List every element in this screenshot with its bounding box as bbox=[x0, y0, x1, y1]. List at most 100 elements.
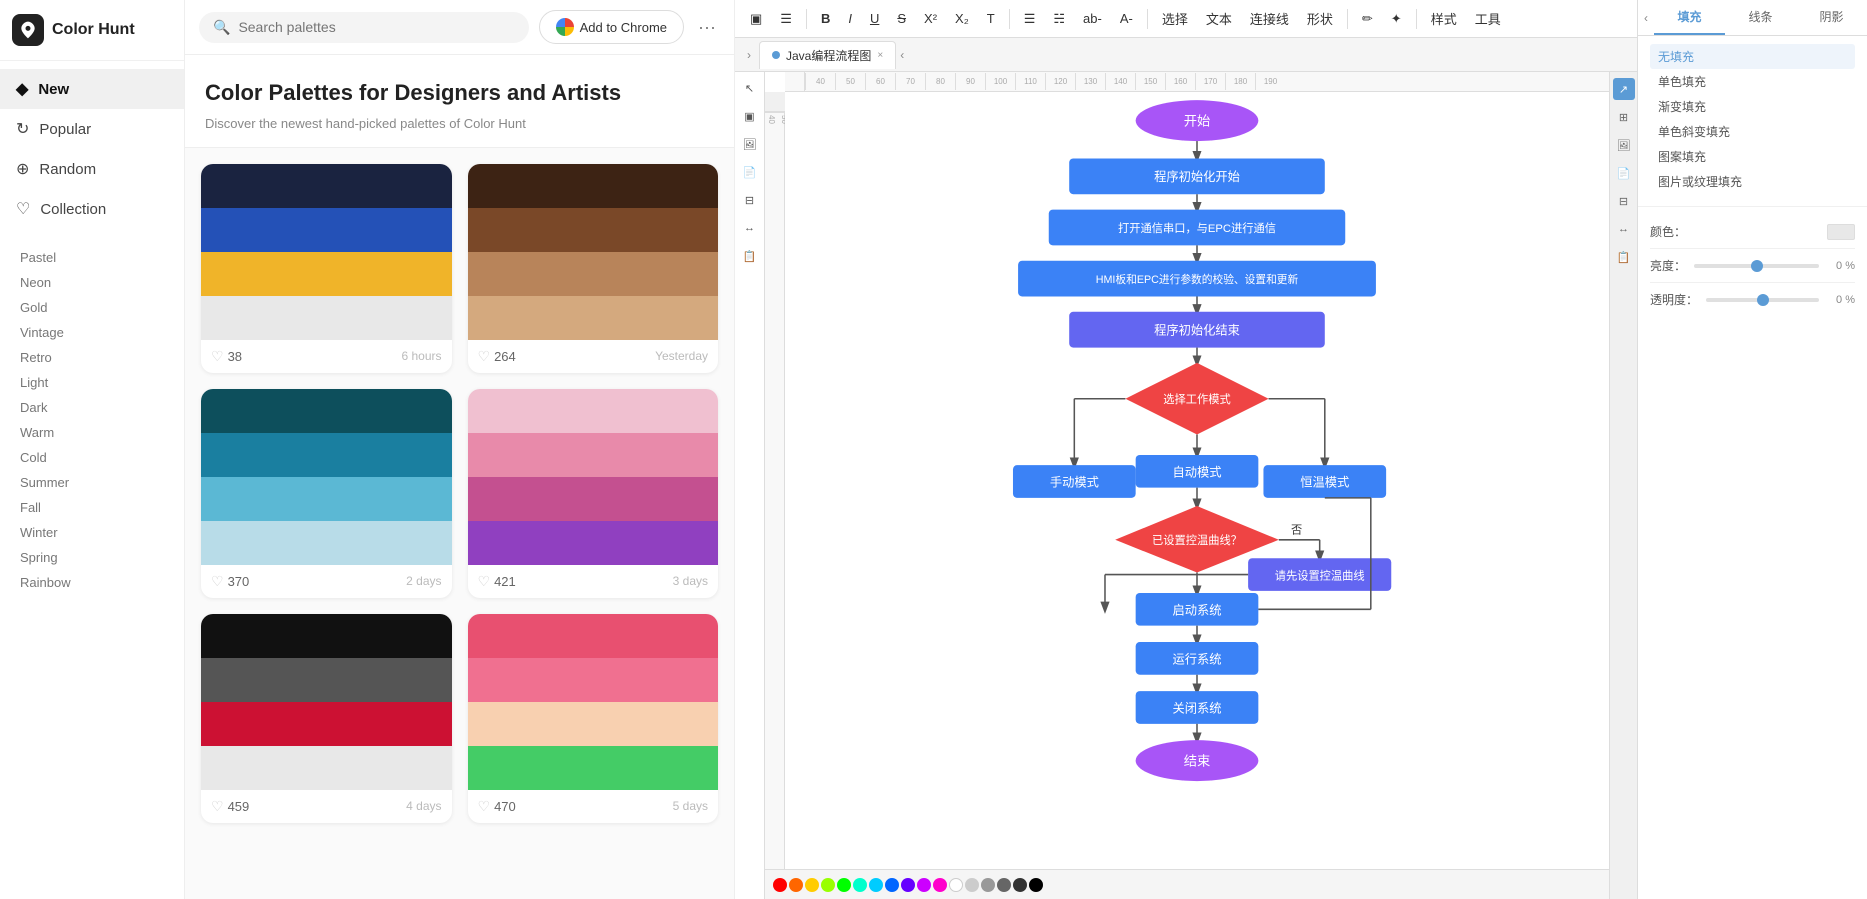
tag-light[interactable]: Light bbox=[0, 370, 184, 395]
color-dot-orange[interactable] bbox=[789, 878, 803, 892]
tag-warm[interactable]: Warm bbox=[0, 420, 184, 445]
toolbar-italic-btn[interactable]: I bbox=[841, 8, 859, 29]
color-dot-yellow[interactable] bbox=[805, 878, 819, 892]
palette-card-1[interactable]: ♡ 38 6 hours bbox=[201, 164, 452, 373]
color-dot-green[interactable] bbox=[837, 878, 851, 892]
right-tool-page[interactable]: 📄 bbox=[1613, 162, 1635, 184]
toolbar-underline-btn[interactable]: U bbox=[863, 8, 886, 29]
color-dot-red[interactable] bbox=[773, 878, 787, 892]
like-button-2[interactable]: ♡ 264 bbox=[478, 348, 516, 365]
toolbar-pen-btn[interactable]: ✏ bbox=[1355, 8, 1380, 30]
props-tab-shadow[interactable]: 阴影 bbox=[1796, 0, 1867, 35]
toolbar-list-ordered-btn[interactable]: ☰ bbox=[1017, 8, 1043, 30]
fill-solid[interactable]: 单色填充 bbox=[1650, 69, 1855, 94]
palette-card-3[interactable]: ♡ 370 2 days bbox=[201, 389, 452, 598]
toolbar-select-btn[interactable]: 选择 bbox=[1155, 6, 1195, 31]
toolbar-connect-btn[interactable]: 连接线 bbox=[1243, 6, 1296, 31]
color-dot-charcoal[interactable] bbox=[1013, 878, 1027, 892]
tag-retro[interactable]: Retro bbox=[0, 345, 184, 370]
nav-item-popular[interactable]: ↻ Popular bbox=[0, 109, 184, 149]
right-tool-image[interactable]: 🖼 bbox=[1613, 134, 1635, 156]
color-dot-violet[interactable] bbox=[901, 878, 915, 892]
color-dot-black[interactable] bbox=[1029, 878, 1043, 892]
right-tool-clip[interactable]: 📋 bbox=[1613, 246, 1635, 268]
like-button-3[interactable]: ♡ 370 bbox=[211, 573, 249, 590]
fill-texture[interactable]: 图片或纹理填充 bbox=[1650, 169, 1855, 194]
tag-vintage[interactable]: Vintage bbox=[0, 320, 184, 345]
toolbar-text2-btn[interactable]: 文本 bbox=[1199, 6, 1239, 31]
palette-card-6[interactable]: ♡ 470 5 days bbox=[468, 614, 719, 823]
right-tool-minus[interactable]: ⊟ bbox=[1613, 190, 1635, 212]
color-dot-gray[interactable] bbox=[981, 878, 995, 892]
color-dot-lightgray[interactable] bbox=[965, 878, 979, 892]
fill-gradient[interactable]: 渐变填充 bbox=[1650, 94, 1855, 119]
nav-item-collection[interactable]: ♡ Collection bbox=[0, 189, 184, 229]
tag-gold[interactable]: Gold bbox=[0, 295, 184, 320]
tag-dark[interactable]: Dark bbox=[0, 395, 184, 420]
tag-spring[interactable]: Spring bbox=[0, 545, 184, 570]
tag-summer[interactable]: Summer bbox=[0, 470, 184, 495]
right-tool-arrows[interactable]: ↔ bbox=[1613, 218, 1635, 240]
like-button-4[interactable]: ♡ 421 bbox=[478, 573, 516, 590]
color-preview[interactable] bbox=[1827, 224, 1855, 240]
tag-winter[interactable]: Winter bbox=[0, 520, 184, 545]
toolbar-ab-btn[interactable]: ab- bbox=[1076, 8, 1109, 29]
opacity-slider[interactable] bbox=[1706, 298, 1819, 302]
color-dot-darkgray[interactable] bbox=[997, 878, 1011, 892]
toolbar-text-btn[interactable]: T bbox=[980, 8, 1002, 29]
toolbar-style-btn[interactable]: 样式 bbox=[1424, 6, 1464, 31]
tool-minus[interactable]: ⊟ bbox=[738, 188, 762, 212]
toolbar-star-btn[interactable]: ✦ bbox=[1384, 8, 1409, 30]
palette-card-5[interactable]: ♡ 459 4 days bbox=[201, 614, 452, 823]
toolbar-subscript-btn[interactable]: X₂ bbox=[948, 8, 976, 29]
color-dot-teal[interactable] bbox=[853, 878, 867, 892]
palette-card-4[interactable]: ♡ 421 3 days bbox=[468, 389, 719, 598]
tag-cold[interactable]: Cold bbox=[0, 445, 184, 470]
toolbar-superscript-btn[interactable]: X² bbox=[917, 8, 944, 29]
tab-collapse-left[interactable]: › bbox=[743, 44, 755, 66]
tag-rainbow[interactable]: Rainbow bbox=[0, 570, 184, 595]
props-collapse-left[interactable]: ‹ bbox=[1638, 5, 1654, 31]
diagram-tab-java[interactable]: Java编程流程图 × bbox=[759, 41, 896, 69]
palette-card-2[interactable]: ♡ 264 Yesterday bbox=[468, 164, 719, 373]
color-dot-cyan[interactable] bbox=[869, 878, 883, 892]
props-tab-line[interactable]: 线条 bbox=[1725, 0, 1796, 35]
brightness-slider[interactable] bbox=[1694, 264, 1819, 268]
search-input[interactable] bbox=[238, 19, 514, 35]
fill-none[interactable]: 无填充 bbox=[1650, 44, 1855, 69]
right-tool-arrow[interactable]: ↗ bbox=[1613, 78, 1635, 100]
fill-pattern[interactable]: 图案填充 bbox=[1650, 144, 1855, 169]
fill-mono-gradient[interactable]: 单色斜变填充 bbox=[1650, 119, 1855, 144]
color-dot-white[interactable] bbox=[949, 878, 963, 892]
tool-rect[interactable]: ▣ bbox=[738, 104, 762, 128]
tool-arrows[interactable]: ↔ bbox=[738, 216, 762, 240]
color-dot-pink[interactable] bbox=[933, 878, 947, 892]
color-dot-blue[interactable] bbox=[885, 878, 899, 892]
like-button-1[interactable]: ♡ 38 bbox=[211, 348, 242, 365]
toolbar-bold-btn[interactable]: B bbox=[814, 8, 837, 29]
search-box[interactable]: 🔍 bbox=[199, 12, 529, 43]
color-dot-purple[interactable] bbox=[917, 878, 931, 892]
tool-page[interactable]: 📄 bbox=[738, 160, 762, 184]
props-tab-fill[interactable]: 填充 bbox=[1654, 0, 1725, 35]
tag-pastel[interactable]: Pastel bbox=[0, 245, 184, 270]
toolbar-list-unordered-btn[interactable]: ☵ bbox=[1046, 8, 1072, 30]
toolbar-strikethrough-btn[interactable]: S bbox=[890, 8, 913, 29]
toolbar-font-btn[interactable]: A- bbox=[1113, 8, 1140, 29]
like-button-5[interactable]: ♡ 459 bbox=[211, 798, 249, 815]
tab-collapse-right[interactable]: ‹ bbox=[896, 44, 908, 66]
nav-item-random[interactable]: ⊕ Random bbox=[0, 149, 184, 189]
tool-clipboard[interactable]: 📋 bbox=[738, 244, 762, 268]
toolbar-expand-btn[interactable]: ▣ bbox=[743, 8, 769, 30]
add-to-chrome-button[interactable]: Add to Chrome bbox=[539, 10, 684, 44]
right-tool-grid[interactable]: ⊞ bbox=[1613, 106, 1635, 128]
tag-neon[interactable]: Neon bbox=[0, 270, 184, 295]
nav-item-new[interactable]: ◆ New bbox=[0, 69, 184, 109]
tool-pointer[interactable]: ↖ bbox=[738, 76, 762, 100]
toolbar-tools-btn[interactable]: 工具 bbox=[1468, 6, 1508, 31]
color-dot-lime[interactable] bbox=[821, 878, 835, 892]
toolbar-save-btn[interactable]: ☰ bbox=[773, 8, 799, 30]
more-menu-button[interactable]: ··· bbox=[694, 13, 720, 42]
tab-close-btn[interactable]: × bbox=[877, 50, 883, 61]
tool-image[interactable]: 🖼 bbox=[738, 132, 762, 156]
